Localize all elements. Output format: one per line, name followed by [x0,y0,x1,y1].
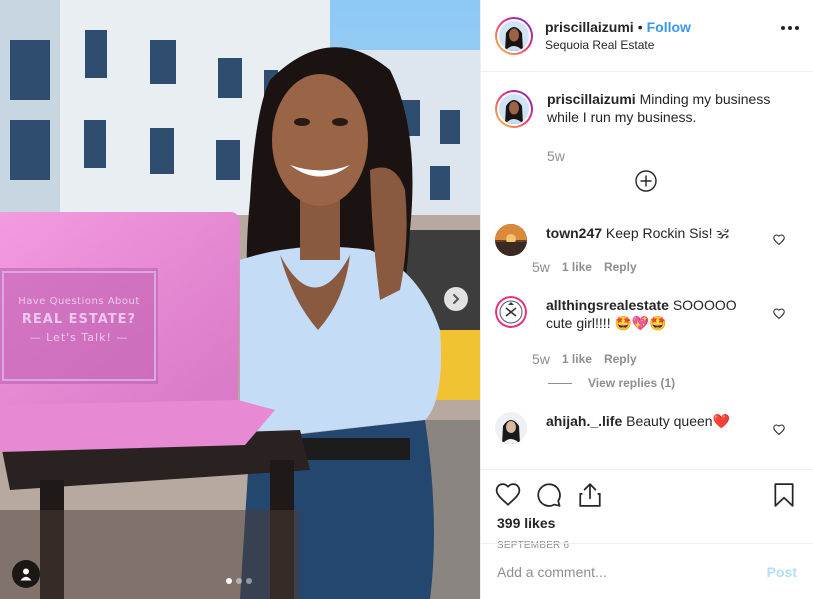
add-comment-bar: Post [481,543,813,599]
commenter-avatar[interactable] [495,296,527,328]
comment-likes[interactable]: 1 like [562,260,592,274]
header-text: priscillaizumi • Follow Sequoia Real Est… [545,19,691,52]
comment-time[interactable]: 5w [532,351,550,367]
post-sidebar: priscillaizumi • Follow Sequoia Real Est… [480,0,813,599]
more-icon[interactable] [781,26,799,30]
comment-meta: 5w 1 like Reply [532,351,637,367]
caption-text-block: priscillaizumi Minding my business while… [547,90,777,128]
avatar-border [497,18,531,53]
comment-body: ahijah._.life Beauty queen❤️ [546,412,766,444]
comment-username[interactable]: ahijah._.life [546,413,622,429]
reply-button[interactable]: Reply [604,260,637,274]
bookmark-icon[interactable] [771,482,797,508]
user-tag-icon [20,568,32,581]
commenter-avatar[interactable] [495,224,527,256]
header-separator: • [637,19,643,35]
avatar[interactable] [495,16,533,55]
commenter-avatar[interactable] [495,412,527,444]
heart-icon[interactable] [495,482,521,508]
laptop-sticker: Have Questions About REAL ESTATE? — Let'… [0,296,158,344]
next-photo-button[interactable] [444,287,468,311]
chevron-right-icon [453,294,460,304]
avatar-image [499,20,529,51]
avatar-border [497,92,531,126]
sticker-line-3: — Let's Talk! — [29,331,129,344]
add-comment-input[interactable] [497,563,767,580]
caption-avatar[interactable] [495,90,533,128]
header-row: priscillaizumi • Follow [545,19,691,35]
comment-item: town247 Keep Rockin Sis! 🕉 [495,224,766,256]
comment-text: Keep Rockin Sis! 🕉 [605,225,730,241]
more-dot [795,26,799,30]
view-replies-label: View replies (1) [588,376,676,390]
post-header: priscillaizumi • Follow Sequoia Real Est… [481,0,813,72]
view-replies-button[interactable]: View replies (1) [548,376,675,390]
sticker-line-2: REAL ESTATE? [21,312,137,327]
sticker-line-1: Have Questions About [18,296,140,307]
comment-username[interactable]: town247 [546,225,602,241]
comment-item: allthingsrealestate SOOOOO cute girl!!!!… [495,296,766,332]
comment-meta: 5w 1 like Reply [532,259,637,275]
comment-item: ahijah._.life Beauty queen❤️ [495,412,766,444]
plus-circle-icon[interactable] [635,170,657,192]
tagged-users-button[interactable] [12,560,40,588]
heart-icon[interactable] [773,424,785,436]
comment-icon[interactable] [536,482,562,508]
heart-icon[interactable] [773,308,785,320]
caption: priscillaizumi Minding my business while… [495,90,777,164]
carousel-dot [226,578,232,584]
comment-text: Beauty queen❤️ [626,413,730,429]
reply-button[interactable]: Reply [604,352,637,366]
post-actions: 399 likes SEPTEMBER 6 Post [481,469,813,599]
view-replies-line [548,382,572,384]
comment-username[interactable]: allthingsrealestate [546,297,669,313]
instagram-post: Have Questions About REAL ESTATE? — Let'… [0,0,813,599]
post-photo: Have Questions About REAL ESTATE? — Let'… [0,0,480,599]
share-icon[interactable] [577,482,603,508]
caption-username[interactable]: priscillaizumi [547,91,636,107]
comment-time[interactable]: 5w [532,259,550,275]
more-dot [781,26,785,30]
carousel-dot [236,578,242,584]
heart-icon[interactable] [773,234,785,246]
comment-body: town247 Keep Rockin Sis! 🕉 [546,224,766,256]
avatar-image [499,94,529,124]
action-icons [495,482,603,508]
location-link[interactable]: Sequoia Real Estate [545,38,691,52]
comments-section: priscillaizumi Minding my business while… [481,72,813,469]
likes-count[interactable]: 399 likes [497,515,555,531]
header-username[interactable]: priscillaizumi [545,19,634,35]
follow-button[interactable]: Follow [647,19,691,35]
more-dot [788,26,792,30]
caption-time[interactable]: 5w [547,148,565,164]
carousel-dots [226,578,252,584]
comment-body: allthingsrealestate SOOOOO cute girl!!!!… [546,296,766,332]
post-comment-button[interactable]: Post [767,564,797,580]
carousel-dot [246,578,252,584]
comment-likes[interactable]: 1 like [562,352,592,366]
